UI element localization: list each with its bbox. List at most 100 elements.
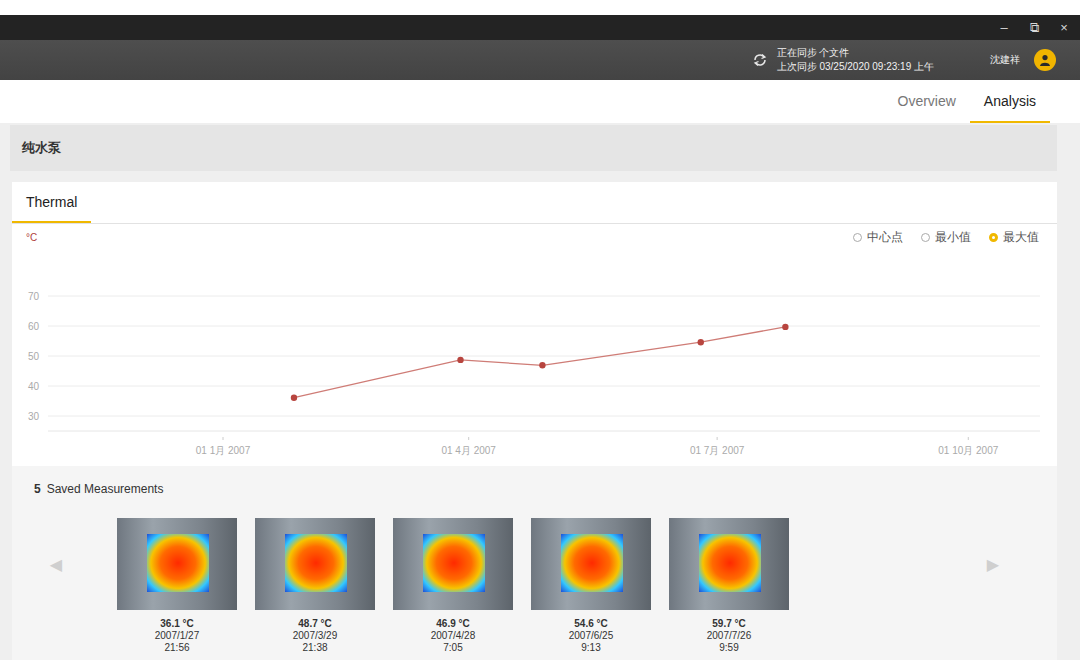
data-point <box>291 395 297 401</box>
panel-tabs: Thermal <box>12 182 1057 224</box>
measurement-caption: 46.9 °C2007/4/287:05 <box>431 618 476 654</box>
heat-overlay <box>423 534 485 592</box>
main-area: 纯水泵Thermal°C中心点最小值最大值706050403001 1月 200… <box>0 123 1080 660</box>
grid-line <box>48 416 1040 417</box>
measurement-temp: 48.7 °C <box>293 618 338 630</box>
measurement-thumbnail[interactable]: 48.7 °C2007/3/2921:38 <box>255 518 375 654</box>
user-icon-head <box>1042 55 1047 60</box>
nav-tabs: OverviewAnalysis <box>0 80 1080 123</box>
mode-label[interactable]: 最大值 <box>1003 229 1039 246</box>
thermal-image[interactable] <box>531 518 651 610</box>
measurement-count: 5 <box>34 482 41 496</box>
chart-plot: 706050403001 1月 200701 4月 200701 7月 2007… <box>12 250 1057 466</box>
measurement-time: 9:13 <box>569 642 614 654</box>
mode-label[interactable]: 最小值 <box>935 229 971 246</box>
avatar-button[interactable] <box>1034 49 1056 71</box>
measurement-caption: 59.7 °C2007/7/269:59 <box>707 618 752 654</box>
asset-header: 纯水泵 <box>10 125 1057 171</box>
baseline <box>48 431 1040 432</box>
x-tick-mark <box>468 437 469 440</box>
mode-option[interactable]: 最大值 <box>989 229 1039 246</box>
x-tick-mark <box>223 437 224 440</box>
minimize-button[interactable]: – <box>996 20 1012 35</box>
sync-icon <box>751 51 769 69</box>
sync-status: 正在同步 个文件上次同步 03/25/2020 09:23:19 上午 <box>751 46 934 74</box>
series-line <box>294 327 785 398</box>
measurement-thumbnail[interactable]: 36.1 °C2007/1/2721:56 <box>117 518 237 654</box>
thermal-image[interactable] <box>117 518 237 610</box>
measurement-temp: 46.9 °C <box>431 618 476 630</box>
measurements-title: 5 Saved Measurements <box>12 482 1057 496</box>
measurement-temp: 36.1 °C <box>155 618 200 630</box>
sync-icon-head <box>755 62 759 66</box>
measurement-date: 2007/6/25 <box>569 630 614 642</box>
y-tick: 70 <box>28 291 40 302</box>
radio-button[interactable] <box>921 233 930 242</box>
y-tick: 50 <box>28 351 40 362</box>
measurements-label: Saved Measurements <box>47 482 164 496</box>
x-tick: 01 10月 2007 <box>938 445 998 456</box>
sync-status-text: 正在同步 个文件 <box>777 46 934 60</box>
last-sync-text: 上次同步 03/25/2020 09:23:19 上午 <box>777 60 934 74</box>
saved-measurements: 5 Saved Measurements ◀ 36.1 °C2007/1/2721:5… <box>12 466 1057 660</box>
heat-overlay <box>699 534 761 592</box>
y-tick: 30 <box>28 411 40 422</box>
x-tick: 01 4月 2007 <box>441 445 496 456</box>
sync-icon-arc <box>756 60 765 65</box>
measurement-thumbnail[interactable]: 46.9 °C2007/4/287:05 <box>393 518 513 654</box>
x-tick-mark <box>717 437 718 440</box>
sync-icon-head <box>761 55 765 59</box>
grid-line <box>48 356 1040 357</box>
thermal-image[interactable] <box>393 518 513 610</box>
thermal-image[interactable] <box>669 518 789 610</box>
chart-header: °C 中心点 最小值 最大值 <box>12 224 1057 250</box>
thumbnail-row: ◀ 36.1 °C2007/1/2721:56 48.7 °C2007/3/2921… <box>12 518 1057 654</box>
thermal-chart: °C中心点最小值最大值706050403001 1月 200701 4月 200… <box>12 224 1057 466</box>
next-button[interactable]: ▶ <box>973 518 1013 610</box>
thermal-image[interactable] <box>255 518 375 610</box>
grid-line <box>48 326 1040 327</box>
data-point <box>457 357 463 363</box>
sync-icon-arc <box>755 55 764 60</box>
measurement-thumbnail[interactable]: 59.7 °C2007/7/269:59 <box>669 518 789 654</box>
restore-button[interactable]: ⧉ <box>1026 20 1042 36</box>
grid-line <box>48 386 1040 387</box>
sync-bar: 正在同步 个文件上次同步 03/25/2020 09:23:19 上午 沈建祥 <box>0 40 1080 80</box>
nav-tab[interactable]: Overview <box>884 80 970 123</box>
heat-overlay <box>561 534 623 592</box>
data-point <box>539 362 545 368</box>
x-tick-mark <box>968 437 969 440</box>
measurement-date: 2007/1/27 <box>155 630 200 642</box>
nav-tab[interactable]: Analysis <box>970 80 1050 123</box>
radio-button[interactable] <box>853 233 862 242</box>
x-tick: 01 7月 2007 <box>690 445 745 456</box>
measurement-date: 2007/4/28 <box>431 630 476 642</box>
data-point <box>698 339 704 345</box>
measurement-caption: 48.7 °C2007/3/2921:38 <box>293 618 338 654</box>
mode-option[interactable]: 中心点 <box>853 229 903 246</box>
mode-options: 中心点 最小值 最大值 <box>853 229 1039 246</box>
panel-tab[interactable]: Thermal <box>12 182 91 223</box>
title-bar: –⧉ × <box>0 15 1080 40</box>
thermal-card: Thermal°C中心点最小值最大值706050403001 1月 200701… <box>12 182 1057 660</box>
unit-label: °C <box>26 232 37 243</box>
heat-overlay <box>147 534 209 592</box>
mode-label[interactable]: 中心点 <box>867 229 903 246</box>
top-gap <box>0 0 1080 15</box>
sync-text: 正在同步 个文件上次同步 03/25/2020 09:23:19 上午 <box>777 46 934 74</box>
measurement-caption: 36.1 °C2007/1/2721:56 <box>155 618 200 654</box>
measurement-temp: 54.6 °C <box>569 618 614 630</box>
mode-option[interactable]: 最小值 <box>921 229 971 246</box>
user-name[interactable]: 沈建祥 <box>990 53 1020 67</box>
close-button[interactable]: × <box>1056 20 1072 35</box>
thumbnail-list: 36.1 °C2007/1/2721:56 48.7 °C2007/3/2921:… <box>117 518 789 654</box>
measurement-time: 21:56 <box>155 642 200 654</box>
previous-button[interactable]: ◀ <box>36 518 76 610</box>
user-icon-body <box>1040 63 1050 66</box>
y-tick: 60 <box>28 321 40 332</box>
radio-button[interactable] <box>989 233 998 242</box>
measurement-thumbnail[interactable]: 54.6 °C2007/6/259:13 <box>531 518 651 654</box>
data-point <box>782 324 788 330</box>
heat-overlay <box>285 534 347 592</box>
measurement-time: 21:38 <box>293 642 338 654</box>
